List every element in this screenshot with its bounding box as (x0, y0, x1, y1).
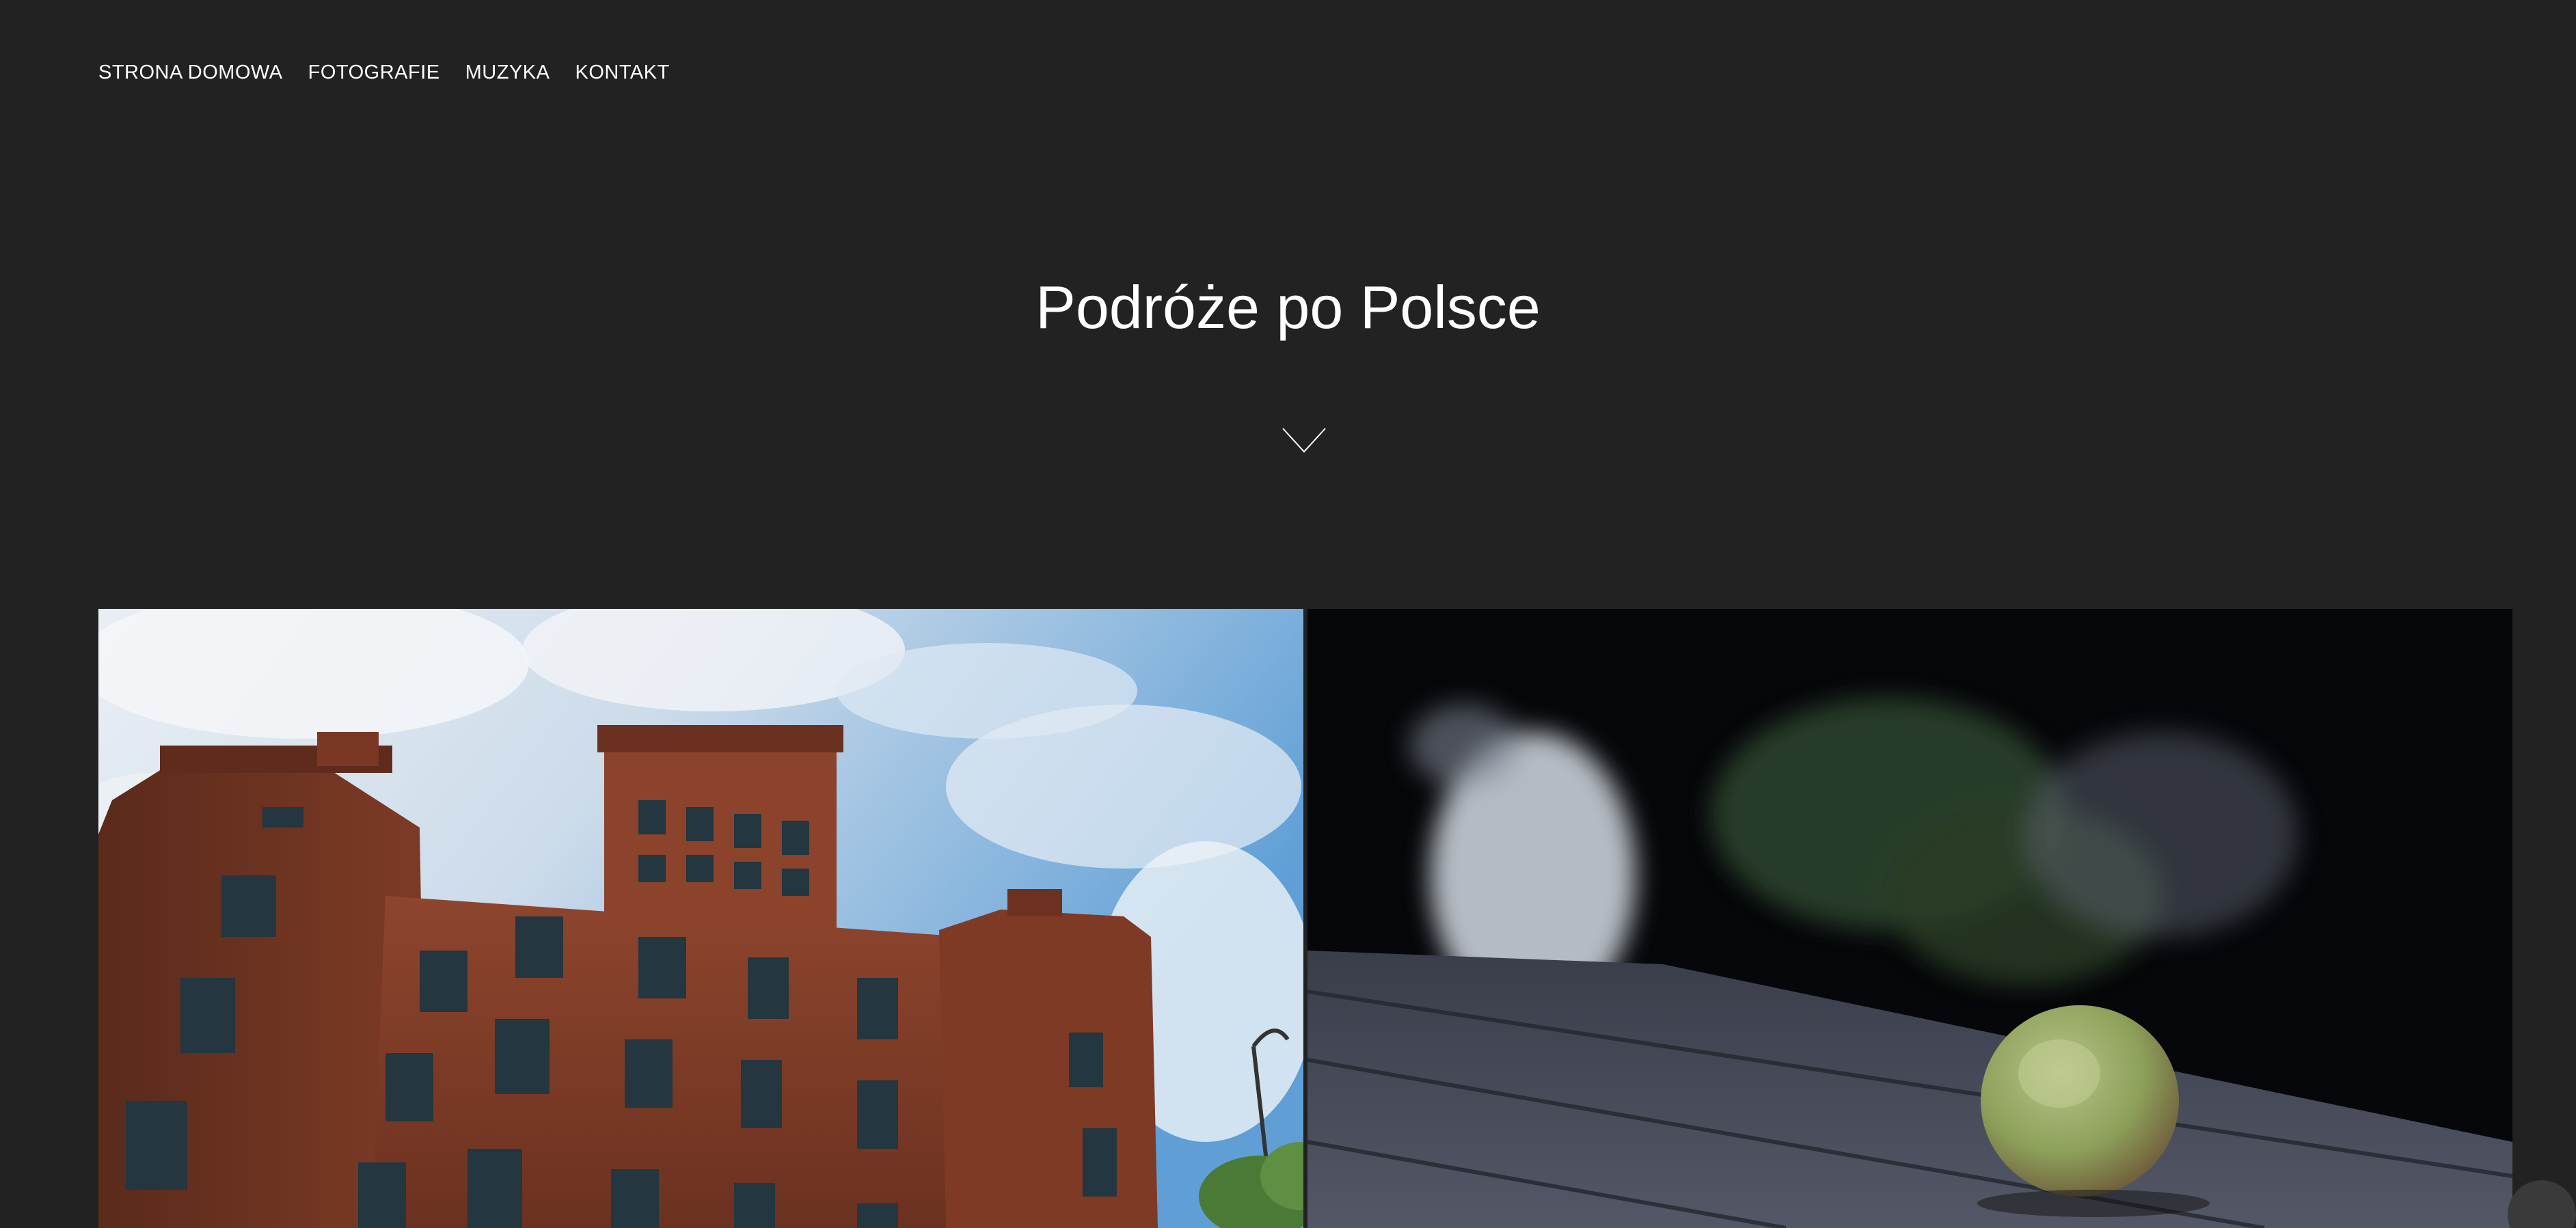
gallery-photo-apple[interactable] (1307, 609, 2512, 1228)
scroll-to-top-button[interactable] (2508, 1180, 2576, 1228)
nav-item-contact[interactable]: KONTAKT (575, 59, 669, 86)
main-nav: STRONA DOMOWA FOTOGRAFIE MUZYKA KONTAKT (98, 59, 695, 86)
brick-factory-image (98, 609, 1303, 1228)
apple-on-table-image (1307, 609, 2512, 1228)
photo-gallery (98, 609, 2512, 1228)
gallery-photo-brick-factory[interactable] (98, 609, 1303, 1228)
nav-item-photos[interactable]: FOTOGRAFIE (308, 59, 440, 86)
page: STRONA DOMOWA FOTOGRAFIE MUZYKA KONTAKT … (0, 0, 2576, 1228)
page-title: Podróże po Polsce (1035, 273, 1541, 341)
nav-item-home[interactable]: STRONA DOMOWA (98, 59, 283, 86)
chevron-down-icon[interactable] (1282, 427, 1327, 454)
nav-item-music[interactable]: MUZYKA (465, 59, 550, 86)
